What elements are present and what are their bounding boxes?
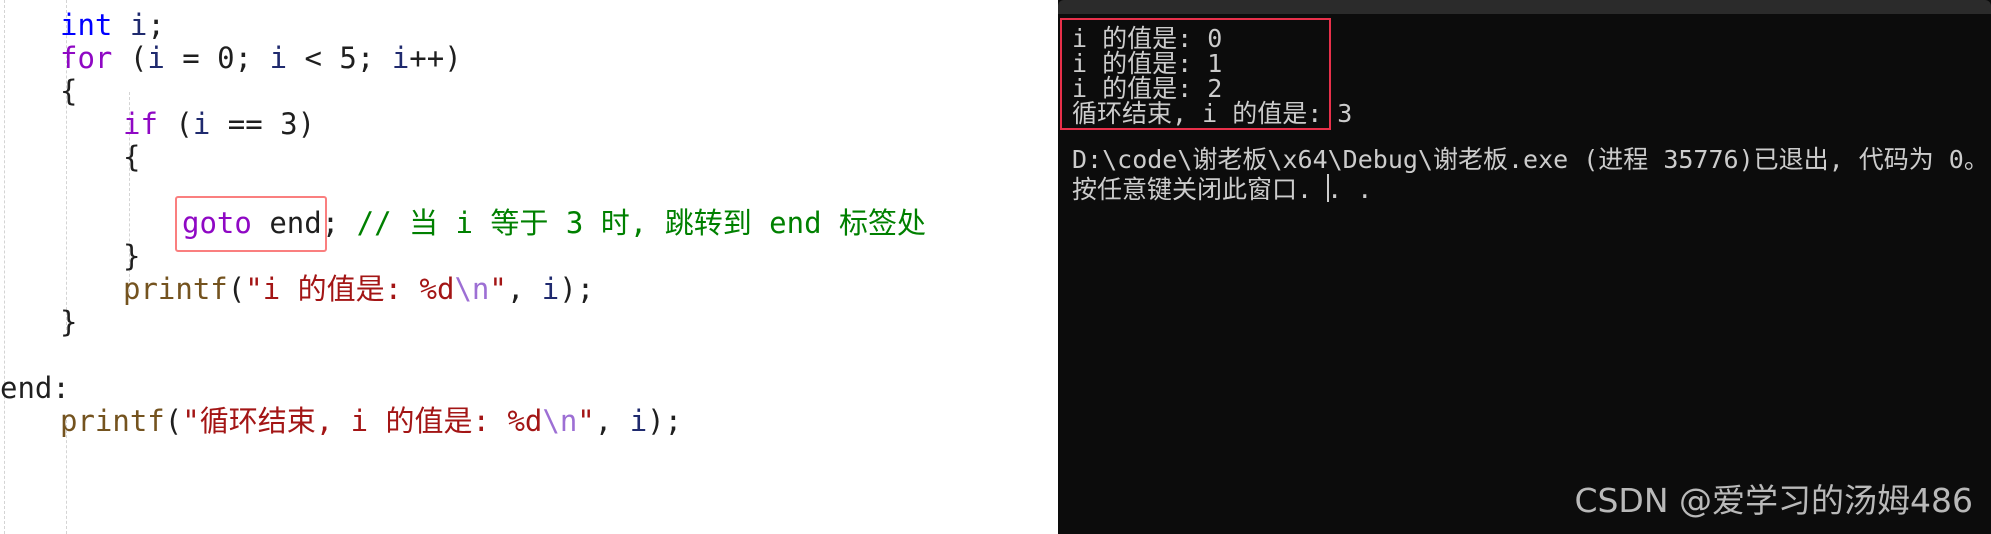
- line-open-brace-if[interactable]: {: [0, 124, 140, 190]
- code-token: ,: [506, 272, 542, 306]
- console-caret: [1327, 174, 1329, 202]
- code-token: (: [164, 404, 183, 438]
- console-titlebar[interactable]: [1058, 0, 1991, 14]
- code-token: 3: [280, 107, 298, 141]
- out-1: i 的值是: 1: [1072, 49, 1223, 78]
- code-token: \n: [454, 272, 490, 306]
- code-token: ;: [321, 206, 340, 240]
- code-token: i: [629, 404, 648, 438]
- code-token: ++): [409, 41, 462, 75]
- screenshot-root: int i; for (i = 0; i < 5; i++){if (i == 3…: [0, 0, 1991, 534]
- code-token: i: [391, 41, 410, 75]
- code-token: );: [647, 404, 683, 438]
- out-3: 循环结束, i 的值是: 3: [1072, 99, 1353, 128]
- code-token: (: [157, 107, 193, 141]
- code-token: "i 的值是: %d: [245, 272, 455, 306]
- code-token: printf: [60, 404, 165, 438]
- code-token: (: [112, 41, 148, 75]
- code-token: ;: [234, 41, 270, 75]
- code-token: ): [297, 107, 316, 141]
- code-token: end: [269, 206, 322, 240]
- code-token: i: [541, 272, 560, 306]
- line-close-brace-for[interactable]: }: [0, 289, 77, 355]
- out-0: i 的值是: 0: [1072, 24, 1223, 53]
- console-window[interactable]: i 的值是: 0i 的值是: 1i 的值是: 2 循环结束, i 的值是: 3 D…: [1058, 0, 1991, 534]
- code-token: printf: [123, 272, 228, 306]
- code-token: ": [489, 272, 507, 306]
- code-token: \n: [542, 404, 578, 438]
- status-exit: D:\code\谢老板\x64\Debug\谢老板.exe (进程 35776)…: [1072, 145, 1989, 174]
- code-token: goto: [182, 206, 252, 240]
- code-token: }: [60, 305, 78, 339]
- out-2: i 的值是: 2: [1072, 74, 1223, 103]
- code-token: =: [164, 41, 218, 75]
- code-token: i: [147, 41, 165, 75]
- code-token: (: [227, 272, 246, 306]
- code-token: "循环结束, i 的值是: %d: [182, 404, 543, 438]
- code-token: <: [287, 41, 340, 75]
- code-token: ": [577, 404, 595, 438]
- code-token: ;: [356, 41, 392, 75]
- code-token: {: [123, 140, 141, 174]
- code-editor-pane[interactable]: int i; for (i = 0; i < 5; i++){if (i == 3…: [0, 0, 1060, 534]
- code-token: i: [192, 107, 211, 141]
- csdn-watermark: CSDN @爱学习的汤姆486: [1574, 481, 1973, 520]
- console-body[interactable]: i 的值是: 0i 的值是: 1i 的值是: 2 循环结束, i 的值是: 3 D…: [1058, 14, 1991, 534]
- code-token: );: [559, 272, 595, 306]
- code-token: 0: [217, 41, 235, 75]
- code-token: ,: [594, 404, 630, 438]
- line-printf-i[interactable]: printf("i 的值是: %d\n", i);: [0, 256, 594, 322]
- code-token: // 当 i 等于 3 时, 跳转到 end 标签处: [356, 206, 926, 240]
- code-token: ==: [210, 107, 281, 141]
- code-token: i: [269, 41, 288, 75]
- line-printf-end[interactable]: printf("循环结束, i 的值是: %d\n", i);: [0, 388, 682, 454]
- code-token: 5: [339, 41, 357, 75]
